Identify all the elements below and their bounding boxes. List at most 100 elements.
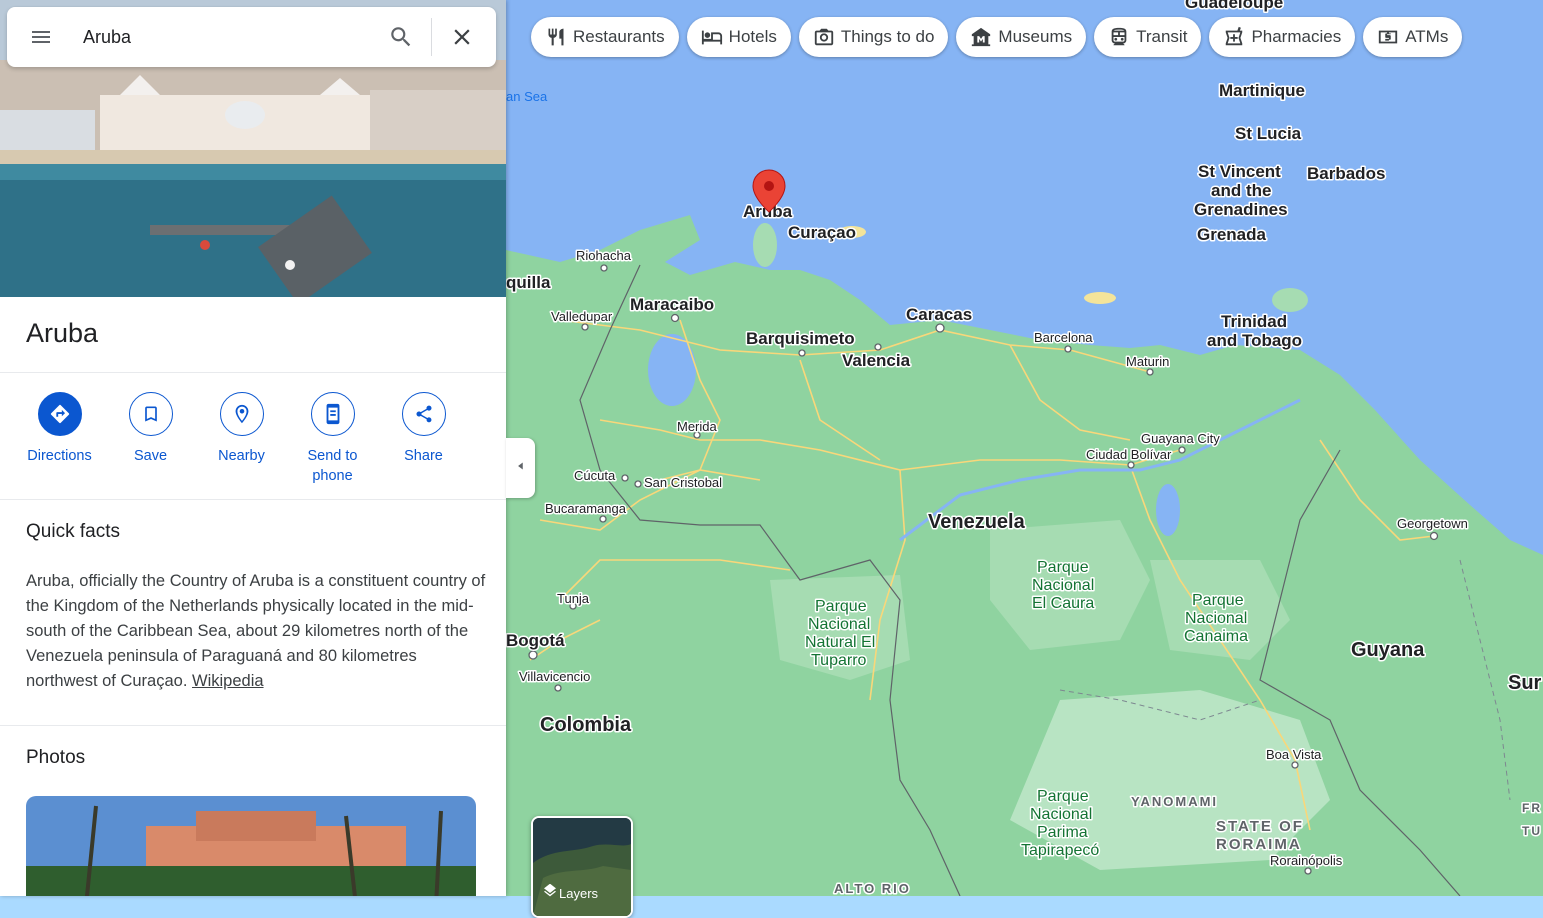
hotel-icon [701, 26, 723, 48]
label-valencia: Valencia [842, 351, 911, 370]
label-fr: FR [1522, 801, 1542, 815]
chip-atms[interactable]: ATMs [1363, 17, 1463, 57]
photo-thumbnail[interactable] [26, 796, 476, 896]
label-grenada: Grenada [1197, 225, 1267, 244]
chip-label: Museums [998, 27, 1073, 46]
label-venezuela: Venezuela [928, 511, 1026, 533]
label-el-caura-3: El Caura [1032, 595, 1094, 612]
place-title: Aruba [26, 318, 99, 348]
pharmacy-icon [1223, 26, 1245, 48]
share-icon [401, 392, 446, 436]
divider [0, 499, 506, 500]
chip-pharmacies[interactable]: Pharmacies [1209, 17, 1356, 57]
chevron-left-icon [514, 459, 528, 478]
atm-icon [1377, 26, 1399, 48]
collapse-panel-button[interactable] [506, 438, 535, 498]
chip-museums[interactable]: Museums [956, 17, 1087, 57]
label-caracas: Caracas [906, 305, 972, 324]
label-roraima: RORAIMA [1216, 836, 1302, 853]
search-icon[interactable] [377, 13, 425, 61]
label-barranquilla: quilla [506, 273, 551, 292]
share-button[interactable]: Share [378, 392, 469, 486]
label-bogota: Bogotá [506, 631, 565, 650]
send-to-phone-button[interactable]: Send to phone [287, 392, 378, 486]
label-tu: TU [1522, 824, 1542, 838]
quick-facts-text: Aruba, officially the Country of Aruba i… [26, 569, 486, 694]
label-canaima-1: Parque [1192, 592, 1244, 609]
label-parima-4: Tapirapecó [1021, 842, 1099, 859]
nearby-icon [219, 392, 264, 436]
nearby-button[interactable]: Nearby [196, 392, 287, 486]
label-st-lucia: St Lucia [1235, 124, 1302, 143]
label-curacao: Curaçao [788, 223, 856, 242]
label-yanomami: YANOMAMI [1131, 794, 1218, 809]
label-suriname: Sur [1508, 672, 1542, 694]
island-shape [1084, 292, 1116, 304]
museum-icon [970, 26, 992, 48]
chip-label: ATMs [1405, 27, 1449, 46]
save-button[interactable]: Save [105, 392, 196, 486]
label-st-vincent-2: and the [1211, 181, 1271, 200]
label-barbados: Barbados [1307, 164, 1385, 183]
layers-label: Layers [559, 886, 599, 901]
label-guadeloupe: Guadeloupe [1185, 0, 1283, 12]
divider [0, 372, 506, 373]
place-side-panel: Aruba Directions Save Nearby Send to pho… [0, 0, 506, 896]
label-maracaibo: Maracaibo [630, 295, 714, 314]
label-canaima-2: Nacional [1185, 610, 1247, 627]
lake-guri [1156, 484, 1180, 536]
share-label: Share [404, 448, 443, 464]
search-input[interactable] [65, 25, 377, 49]
chip-restaurants[interactable]: Restaurants [531, 17, 679, 57]
photos-heading: Photos [26, 747, 86, 768]
directions-icon [37, 392, 82, 436]
directions-button[interactable]: Directions [14, 392, 105, 486]
label-ciudad-bolivar: Ciudad Bolívar [1086, 447, 1172, 462]
label-cucuta: Cúcuta [574, 468, 616, 483]
action-buttons: Directions Save Nearby Send to phone Sha… [14, 392, 484, 486]
label-valledupar: Valledupar [551, 309, 613, 324]
label-martinique: Martinique [1219, 81, 1305, 100]
chip-transit[interactable]: Transit [1094, 17, 1202, 57]
layers-icon [542, 883, 558, 905]
transit-icon [1108, 26, 1130, 48]
chip-hotels[interactable]: Hotels [686, 17, 791, 57]
chip-label: Restaurants [573, 27, 665, 46]
label-merida: Merida [677, 419, 718, 434]
label-grenadines: Grenadines [1194, 200, 1288, 219]
label-riohacha: Riohacha [576, 248, 632, 263]
trinidad-island [1272, 288, 1308, 312]
label-barcelona: Barcelona [1034, 330, 1093, 345]
label-tuparro-3: Natural El [805, 634, 875, 651]
bookmark-icon [128, 392, 173, 436]
chip-label: Things to do [840, 27, 935, 46]
label-tuparro-1: Parque [815, 598, 867, 615]
directions-label: Directions [27, 448, 92, 464]
close-icon[interactable] [438, 13, 486, 61]
label-tunja: Tunja [557, 591, 590, 606]
label-el-caura-1: Parque [1037, 559, 1089, 576]
label-guyana: Guyana [1351, 639, 1425, 661]
label-maturin: Maturin [1126, 354, 1169, 369]
chip-things-to-do[interactable]: Things to do [798, 17, 949, 57]
phone-icon [310, 392, 355, 436]
camera-icon [813, 26, 835, 48]
chip-label: Transit [1136, 27, 1188, 46]
divider [0, 725, 506, 726]
layers-button[interactable]: Layers [531, 816, 633, 918]
menu-icon[interactable] [17, 13, 65, 61]
label-el-caura-2: Nacional [1032, 577, 1094, 594]
nearby-label: Nearby [218, 448, 265, 464]
quick-facts-heading: Quick facts [26, 521, 120, 542]
label-san-cristobal: San Cristobal [644, 475, 722, 490]
chip-label: Pharmacies [1251, 27, 1342, 46]
restaurant-icon [545, 26, 567, 48]
label-villavicencio: Villavicencio [519, 669, 590, 684]
aruba-island [753, 223, 777, 267]
label-canaima-3: Canaima [1184, 628, 1248, 645]
label-alto-rio: ALTO RIO [834, 881, 911, 896]
chip-label: Hotels [728, 27, 777, 46]
save-label: Save [133, 448, 168, 464]
search-box [7, 7, 496, 67]
wikipedia-link[interactable]: Wikipedia [192, 672, 264, 690]
